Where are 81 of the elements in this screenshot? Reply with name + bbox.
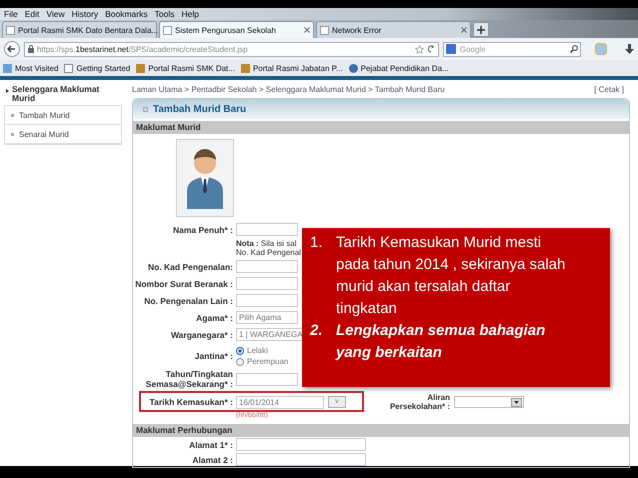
bookmark-icon — [348, 64, 358, 72]
bookmark-label: Most Visited — [15, 64, 58, 72]
radio-label: Perempuan — [247, 357, 288, 366]
bullet-icon — [143, 106, 148, 112]
input-field[interactable] — [236, 277, 298, 290]
page-icon — [6, 26, 15, 34]
bookmark-item[interactable]: Most Visited — [3, 64, 58, 72]
menu-item[interactable]: Edit — [24, 9, 40, 19]
input-field[interactable] — [236, 223, 298, 236]
field-label: Jantina* : — [194, 351, 233, 361]
tab-title: Network Error — [332, 26, 382, 34]
print-link[interactable]: [ Cetak ] — [594, 85, 624, 94]
url-text: https://sps.1bestarinet.net/SPS/academic/createStudent.jsp — [36, 44, 249, 54]
radio-label: Lelaki — [247, 346, 268, 355]
dropdown-arrow-icon — [511, 398, 522, 407]
sidebar-heading: Selenggara Maklumat Murid — [12, 85, 100, 103]
field-label: Alamat 1* : — [188, 440, 233, 450]
bookmark-icon — [64, 64, 74, 72]
search-placeholder: Google — [460, 44, 487, 54]
tab-title: Sistem Pengurusan Sekolah — [175, 26, 277, 34]
breadcrumb: Laman Utama > Pentadbir Sekolah > Selenggara Maklumat Murid > Tambah Murid Baru — [132, 85, 445, 94]
list-marker: 2. — [310, 321, 324, 341]
reload-icon[interactable] — [426, 45, 435, 53]
star-icon[interactable] — [414, 44, 424, 54]
menu-item[interactable]: File — [4, 9, 18, 19]
field-label: Warganegara* : — [170, 330, 233, 340]
menu-item[interactable]: Tools — [154, 9, 174, 19]
person-silhouette-icon — [185, 147, 225, 209]
input-field[interactable]: Pilih Agama — [236, 311, 298, 324]
input-field[interactable] — [236, 260, 298, 273]
list-marker: 1. — [310, 233, 324, 253]
callout-text: Lengkapkan semua bahagian yang berkaitan — [336, 321, 546, 363]
address-bar[interactable]: https://sps.1bestarinet.net/SPS/academic/createStudent.jsp — [24, 42, 439, 56]
bookmark-label: Getting Started — [76, 64, 130, 72]
field-label: Agama* : — [195, 312, 233, 322]
browser-tab[interactable]: Sistem Pengurusan Sekolah — [159, 21, 314, 38]
field-label: Tarikh Kemasukan* : — [148, 397, 233, 407]
new-tab-icon[interactable] — [473, 22, 489, 37]
section-header: Maklumat Perhubungan — [133, 424, 629, 437]
callout-text: Tarikh Kemasukan Murid mesti pada tahun 2014 , sekiranya salah murid akan tersalah daftar tingkatan — [336, 233, 566, 319]
field-label: Aliran Persekolahan* : — [388, 393, 450, 411]
page-icon — [320, 26, 329, 34]
field-label: Tahun/Tingkatan Semasa@Sekarang* : — [144, 369, 233, 389]
bookmark-icon — [240, 64, 250, 72]
input-field[interactable]: 16/01/2014 — [236, 396, 324, 408]
bullet-icon — [6, 89, 9, 93]
page-icon — [163, 26, 172, 34]
input-field[interactable] — [236, 294, 298, 307]
download-arrow-icon[interactable] — [625, 44, 634, 54]
bullet-icon — [11, 114, 14, 116]
tab-title: Portal Rasmi SMK Dato Bentara Dala... — [18, 26, 158, 34]
sidebar-item[interactable]: Tambah Murid — [19, 110, 70, 120]
menu-item[interactable]: History — [72, 9, 98, 19]
field-label: Nombor Surat Beranak : — [134, 278, 233, 288]
input-field[interactable] — [236, 438, 366, 451]
note-text: Nota : Sila isi sal No. Kad Pengenal — [236, 239, 301, 257]
radio-button[interactable] — [236, 358, 244, 366]
menu-item[interactable]: Bookmarks — [105, 9, 148, 19]
browser-tab[interactable]: Portal Rasmi SMK Dato Bentara Dala... — [2, 21, 157, 38]
panel-title: Tambah Murid Baru — [153, 104, 246, 114]
input-field[interactable] — [236, 453, 366, 466]
lock-icon — [28, 45, 34, 53]
search-icon[interactable] — [570, 45, 578, 53]
bookmark-icon — [3, 64, 12, 72]
input-field[interactable] — [236, 372, 298, 386]
field-label: No. Kad Pengenalan: — [146, 262, 233, 272]
menu-item[interactable]: Help — [181, 9, 199, 19]
menu-item[interactable]: View — [46, 9, 65, 19]
field-label: Nama Penuh* : — [172, 224, 233, 234]
section-header: Maklumat Murid — [133, 121, 629, 134]
close-icon[interactable] — [461, 27, 467, 33]
field-label: No. Pengenalan Lain : — [143, 296, 233, 306]
browser-tab[interactable]: Network Error — [316, 21, 471, 38]
sidebar-item[interactable]: Senarai Murid — [19, 130, 69, 138]
close-icon[interactable] — [304, 27, 310, 33]
bookmark-item[interactable]: Getting Started — [64, 64, 130, 72]
select-field[interactable] — [454, 396, 524, 408]
radio-button[interactable] — [236, 346, 244, 354]
bookmark-icon — [136, 64, 146, 72]
bullet-icon — [11, 132, 14, 136]
field-label: Alamat 2 : — [191, 454, 233, 464]
